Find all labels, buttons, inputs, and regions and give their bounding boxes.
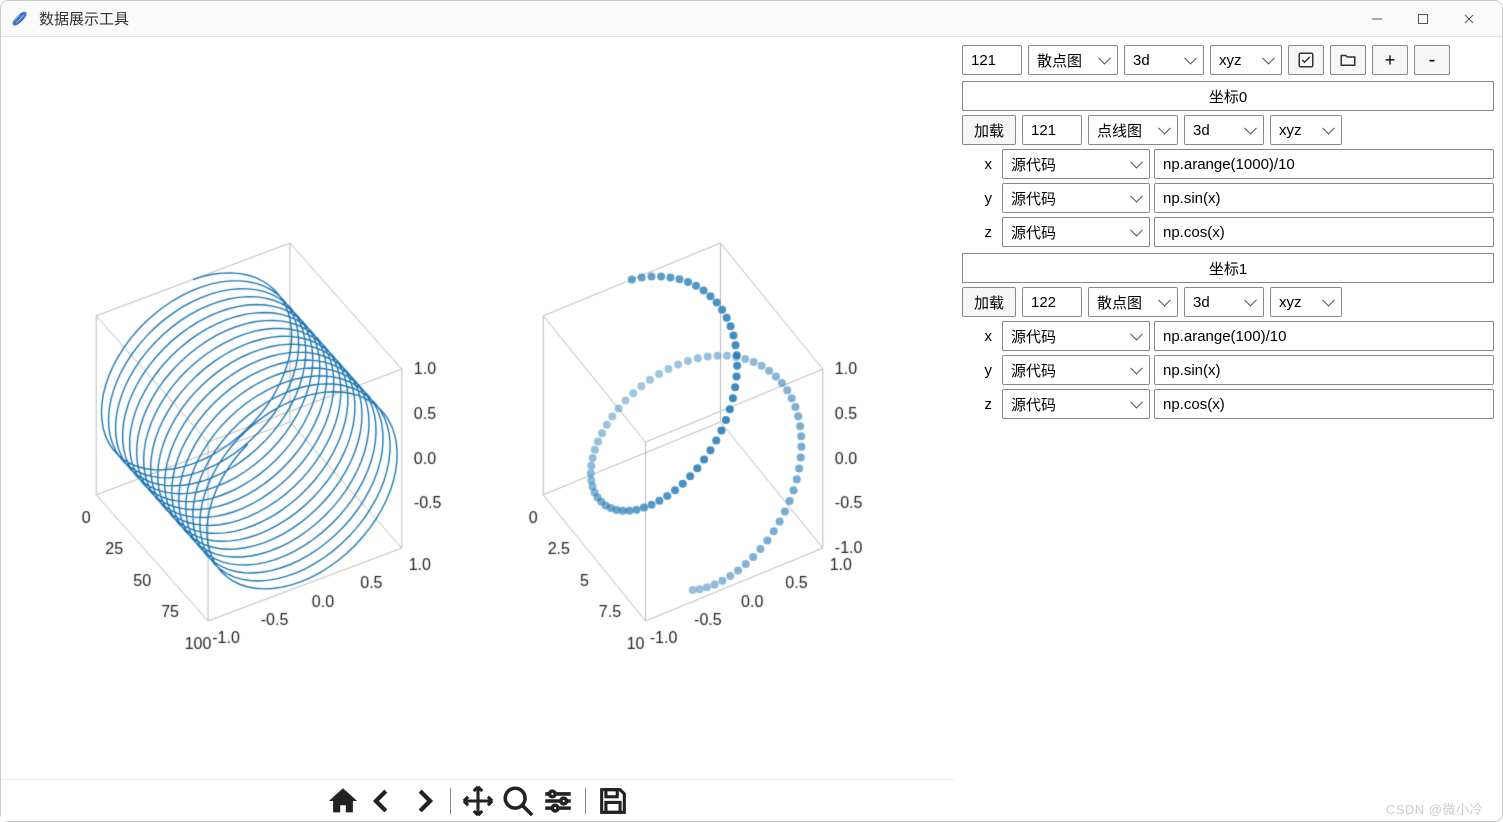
dim-select[interactable]: 3d — [1124, 45, 1204, 75]
zoom-icon[interactable] — [501, 784, 535, 818]
close-button[interactable] — [1446, 4, 1492, 34]
configure-icon[interactable] — [541, 784, 575, 818]
dim-select[interactable]: 3d — [1184, 115, 1264, 145]
separator — [450, 788, 451, 814]
axis-label: x — [962, 149, 998, 179]
axes-select[interactable]: xyz — [1210, 45, 1282, 75]
watermark: CSDN @微小冷 — [1386, 799, 1483, 818]
section-header-0: 坐标0 — [962, 81, 1494, 111]
plot-area — [1, 37, 954, 821]
source-select[interactable]: 源代码 — [1002, 321, 1150, 351]
pan-icon[interactable] — [461, 784, 495, 818]
axis-label: z — [962, 217, 998, 247]
dim-select[interactable]: 3d — [1184, 287, 1264, 317]
expr-input[interactable] — [1154, 183, 1494, 213]
section-header-1: 坐标1 — [962, 253, 1494, 283]
back-icon[interactable] — [366, 784, 400, 818]
side-panel: 散点图 3d xyz + - 坐标0 加载 点线图 3d xyz x 源代码 — [954, 37, 1502, 821]
axis-label: z — [962, 389, 998, 419]
axes-select[interactable]: xyz — [1270, 115, 1342, 145]
expr-input[interactable] — [1154, 149, 1494, 179]
expr-input[interactable] — [1154, 389, 1494, 419]
forward-icon[interactable] — [406, 784, 440, 818]
load-button[interactable]: 加载 — [962, 287, 1016, 317]
source-select[interactable]: 源代码 — [1002, 149, 1150, 179]
expr-input[interactable] — [1154, 355, 1494, 385]
separator — [585, 788, 586, 814]
axes-select[interactable]: xyz — [1270, 287, 1342, 317]
source-select[interactable]: 源代码 — [1002, 217, 1150, 247]
subplot-122[interactable] — [511, 197, 941, 667]
expr-input[interactable] — [1154, 321, 1494, 351]
source-select[interactable]: 源代码 — [1002, 183, 1150, 213]
add-button[interactable]: + — [1372, 45, 1408, 75]
window-title: 数据展示工具 — [39, 8, 129, 29]
load-button[interactable]: 加载 — [962, 115, 1016, 145]
axis-label: y — [962, 355, 998, 385]
expr-input[interactable] — [1154, 217, 1494, 247]
axis-label: y — [962, 183, 998, 213]
source-select[interactable]: 源代码 — [1002, 355, 1150, 385]
axis-label: x — [962, 321, 998, 351]
check-icon-button[interactable] — [1288, 45, 1324, 75]
subplot-code-input[interactable] — [1022, 115, 1082, 145]
folder-icon-button[interactable] — [1330, 45, 1366, 75]
source-select[interactable]: 源代码 — [1002, 389, 1150, 419]
remove-button[interactable]: - — [1414, 45, 1450, 75]
plot-type-select[interactable]: 点线图 — [1088, 115, 1178, 145]
home-icon[interactable] — [326, 784, 360, 818]
subplot-code-input[interactable] — [962, 45, 1022, 75]
app-icon — [11, 10, 29, 28]
titlebar: 数据展示工具 — [1, 1, 1502, 37]
save-icon[interactable] — [596, 784, 630, 818]
plot-type-select[interactable]: 散点图 — [1028, 45, 1118, 75]
plot-type-select[interactable]: 散点图 — [1088, 287, 1178, 317]
subplot-code-input[interactable] — [1022, 287, 1082, 317]
minimize-button[interactable] — [1354, 4, 1400, 34]
maximize-button[interactable] — [1400, 4, 1446, 34]
matplotlib-toolbar — [1, 779, 954, 821]
subplot-121[interactable] — [61, 197, 531, 667]
